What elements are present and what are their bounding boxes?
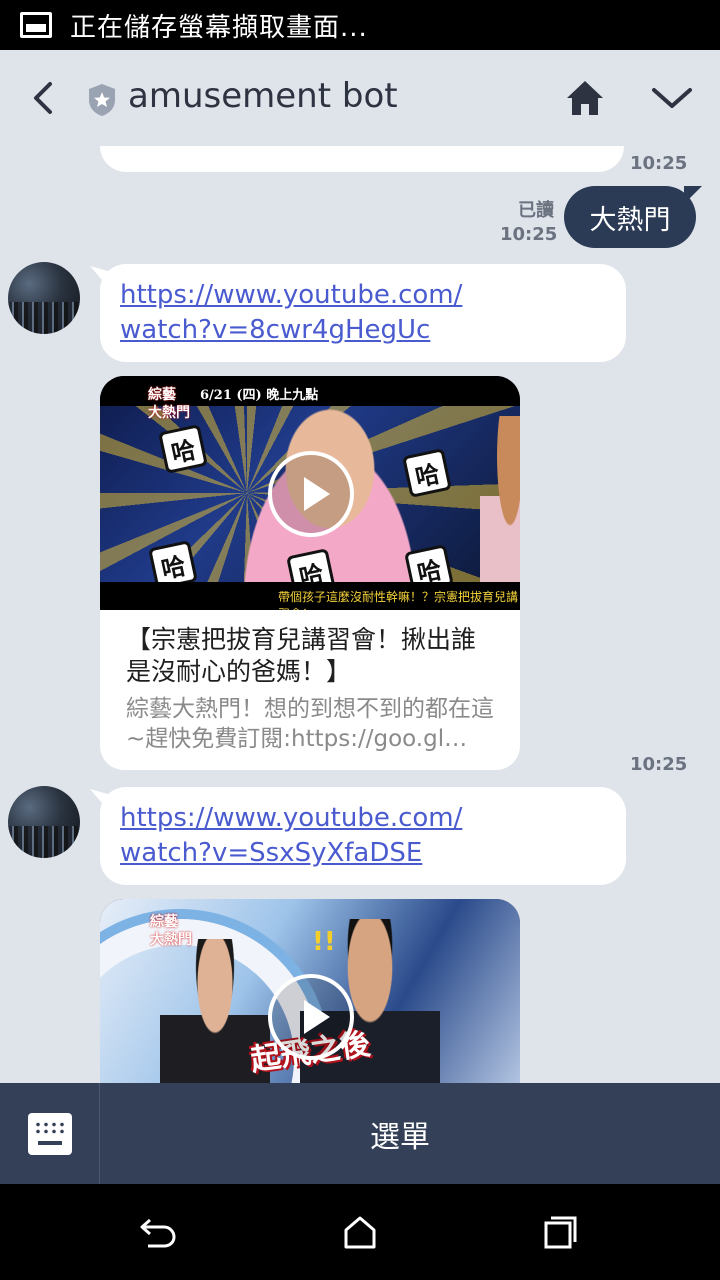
message-list[interactable]: 10:25 已讀 10:25 大熱門 https://www.youtube.c… (0, 146, 720, 1083)
chevron-left-icon[interactable] (24, 78, 64, 118)
bot-avatar[interactable] (8, 786, 80, 858)
video-thumbnail[interactable]: 綜藝 大熱門 !! 起飛之後 (100, 899, 520, 1083)
message-bubble-partial[interactable] (100, 146, 624, 172)
status-bar: 正在儲存螢幕擷取畫面... (0, 0, 720, 50)
keyboard-toggle-button[interactable] (0, 1083, 100, 1184)
system-nav-bar (0, 1184, 720, 1280)
play-icon[interactable] (268, 974, 354, 1060)
message-time: 10:25 (500, 224, 558, 245)
nav-recents-icon[interactable] (540, 1214, 580, 1250)
thumbnail-caption: 帶個孩子這麼沒耐性幹嘛！？宗憲把拔育兒講習會！ (100, 582, 520, 610)
show-logo: 綜藝 大熱門 (150, 914, 192, 948)
nav-home-icon[interactable] (340, 1214, 380, 1250)
screenshot-icon (20, 12, 52, 38)
link-line-1: https://www.youtube.com/ (120, 803, 463, 833)
bot-avatar[interactable] (8, 262, 80, 334)
keyboard-icon (27, 1112, 72, 1155)
menu-button[interactable]: 選單 (100, 1083, 720, 1184)
video-card[interactable]: 6/21 (四) 晚上九點 綜藝 大熱門 哈 哈 哈 哈 哈 帶個孩子這麼沒耐性幹… (100, 376, 520, 770)
read-receipt: 已讀 10:25 (500, 196, 558, 245)
status-text: 正在儲存螢幕擷取畫面... (70, 12, 368, 43)
show-logo: 綜藝 大熱門 (148, 387, 190, 421)
link-line-2: watch?v=8cwr4gHegUc (120, 315, 431, 345)
video-card-body: 【宗憲把拔育兒講習會！揪出誰是沒耐心的爸媽！】20180621… 綜藝大熱門！想… (100, 610, 520, 770)
video-title: 【宗憲把拔育兒講習會！揪出誰是沒耐心的爸媽！】20180621… (126, 625, 477, 686)
message-time: 10:25 (630, 153, 688, 174)
video-description: 綜藝大熱門！想的到想不到的都在這~趕快免費訂閱:https://goo.gl… (126, 696, 494, 752)
chat-header: amusement bot (0, 50, 720, 146)
rich-menu-bar: 選單 (0, 1083, 720, 1184)
play-icon[interactable] (268, 451, 354, 537)
youtube-link[interactable]: https://www.youtube.com/ watch?v=8cwr4gH… (120, 278, 606, 348)
read-label: 已讀 (518, 200, 554, 221)
chat-title: amusement bot (128, 76, 398, 116)
bot-link-bubble: https://www.youtube.com/ watch?v=8cwr4gH… (100, 264, 626, 362)
youtube-link[interactable]: https://www.youtube.com/ watch?v=SsxSyXf… (120, 801, 606, 871)
chevron-down-icon[interactable] (650, 82, 694, 114)
shield-star-icon (89, 84, 115, 116)
video-card[interactable]: 綜藝 大熱門 !! 起飛之後 (100, 899, 520, 1083)
link-line-2: watch?v=SsxSyXfaDSE (120, 838, 423, 868)
message-time: 10:25 (630, 754, 688, 775)
video-thumbnail[interactable]: 6/21 (四) 晚上九點 綜藝 大熱門 哈 哈 哈 哈 哈 帶個孩子這麼沒耐性幹… (100, 376, 520, 610)
home-icon[interactable] (564, 78, 606, 118)
user-message-bubble[interactable]: 大熱門 (564, 186, 696, 248)
bot-link-bubble: https://www.youtube.com/ watch?v=SsxSyXf… (100, 787, 626, 885)
link-line-1: https://www.youtube.com/ (120, 280, 463, 310)
nav-back-icon[interactable] (138, 1214, 178, 1250)
